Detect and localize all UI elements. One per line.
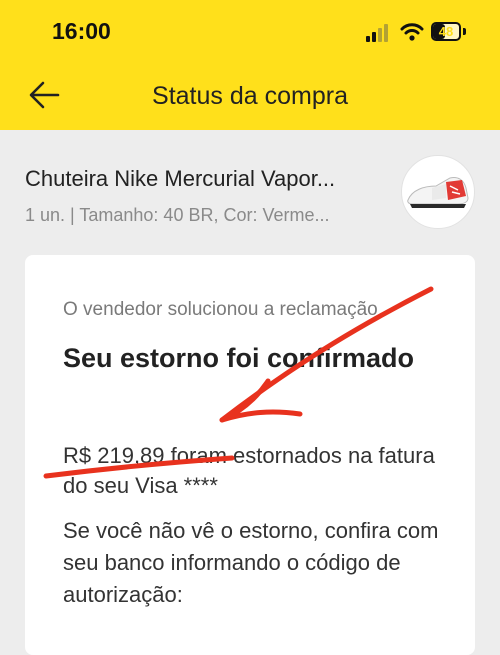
refund-amount: R$ 219,89 (63, 443, 165, 468)
battery-tip (463, 28, 466, 35)
product-thumbnail[interactable] (401, 155, 475, 229)
product-name: Chuteira Nike Mercurial Vapor... (25, 166, 336, 191)
refund-status-card: O vendedor solucionou a reclamação Seu e… (25, 255, 475, 655)
battery-percentage: 48 (438, 24, 454, 39)
soccer-cleat-image (407, 177, 469, 208)
status-time: 16:00 (52, 18, 111, 44)
battery-icon: 48 (431, 22, 461, 41)
resolution-subtitle: O vendedor solucionou a reclamação (63, 299, 378, 320)
product-details: 1 un. | Tamanho: 40 BR, Cor: Verme... (25, 205, 330, 225)
help-message: Se você não vê o estorno, confira com se… (63, 518, 439, 607)
cellular-signal-icon (366, 24, 388, 42)
refund-message: R$ 219,89 foram estornados na fatura do … (63, 441, 443, 501)
page-title: Status da compra (152, 82, 348, 110)
wifi-icon (400, 23, 424, 41)
refund-heading: Seu estorno foi confirmado (63, 343, 415, 373)
